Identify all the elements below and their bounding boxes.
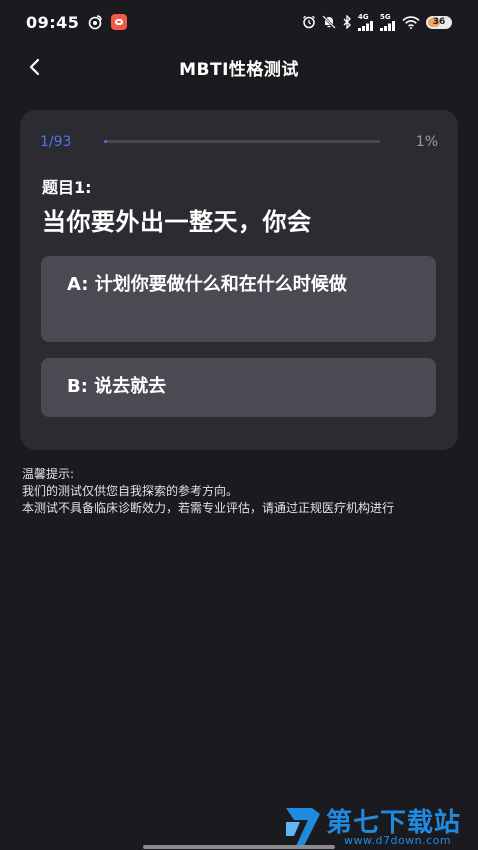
progress-count: 1/93 [40, 134, 72, 150]
signal-icon [380, 20, 395, 31]
chevron-left-icon [29, 58, 40, 76]
weibo-icon [89, 15, 103, 30]
progress-percent: 1% [415, 134, 438, 150]
tips-section: 温馨提示: 我们的测试仅供您自我探索的参考方向。 本测试不具备临床诊断效力，若需… [22, 466, 462, 517]
mute-icon [322, 15, 336, 29]
signal-4g: 4G [358, 12, 374, 31]
back-button[interactable] [20, 52, 50, 82]
signal-icon [358, 20, 373, 31]
status-bar: 09:45 4G 5G 36 [0, 0, 478, 44]
progress-row: 1/93 1% [40, 132, 438, 152]
wifi-icon [402, 15, 420, 29]
alarm-icon [303, 15, 315, 29]
tips-title: 温馨提示: [22, 467, 75, 481]
signal-4g-label: 4G [358, 12, 369, 21]
home-indicator[interactable] [143, 845, 335, 849]
status-right: 4G 5G 36 [302, 12, 452, 31]
question-card: 1/93 1% 题目1: 当你要外出一整天，你会 A: 计划你要做什么和在什么时… [20, 110, 458, 450]
battery-icon: 36 [426, 15, 452, 29]
watermark: 第七下载站 www.d7down.com [282, 798, 472, 850]
option-b-button[interactable]: B: 说去就去 [41, 358, 436, 417]
page-title: MBTI性格测试 [179, 59, 299, 80]
bluetooth-icon [343, 15, 351, 29]
question-text: 当你要外出一整天，你会 [42, 208, 312, 236]
option-a-button[interactable]: A: 计划你要做什么和在什么时候做 [41, 256, 436, 342]
battery-level: 36 [432, 17, 446, 27]
progress-bar [104, 140, 380, 143]
tips-line-1: 我们的测试仅供您自我探索的参考方向。 [22, 484, 239, 498]
status-time: 09:45 [26, 12, 80, 32]
signal-5g-label: 5G [380, 12, 391, 21]
watermark-url: www.d7down.com [344, 834, 452, 847]
signal-5g: 5G [380, 12, 396, 31]
tips-line-2: 本测试不具备临床诊断效力，若需专业评估，请通过正规医疗机构进行 [22, 501, 395, 515]
app-header: MBTI性格测试 [0, 44, 478, 90]
status-left: 09:45 [26, 12, 128, 32]
progress-bar-fill [104, 140, 107, 143]
app-icon [111, 14, 128, 30]
question-number: 题目1: [42, 178, 92, 197]
d7-logo-icon [286, 808, 320, 846]
